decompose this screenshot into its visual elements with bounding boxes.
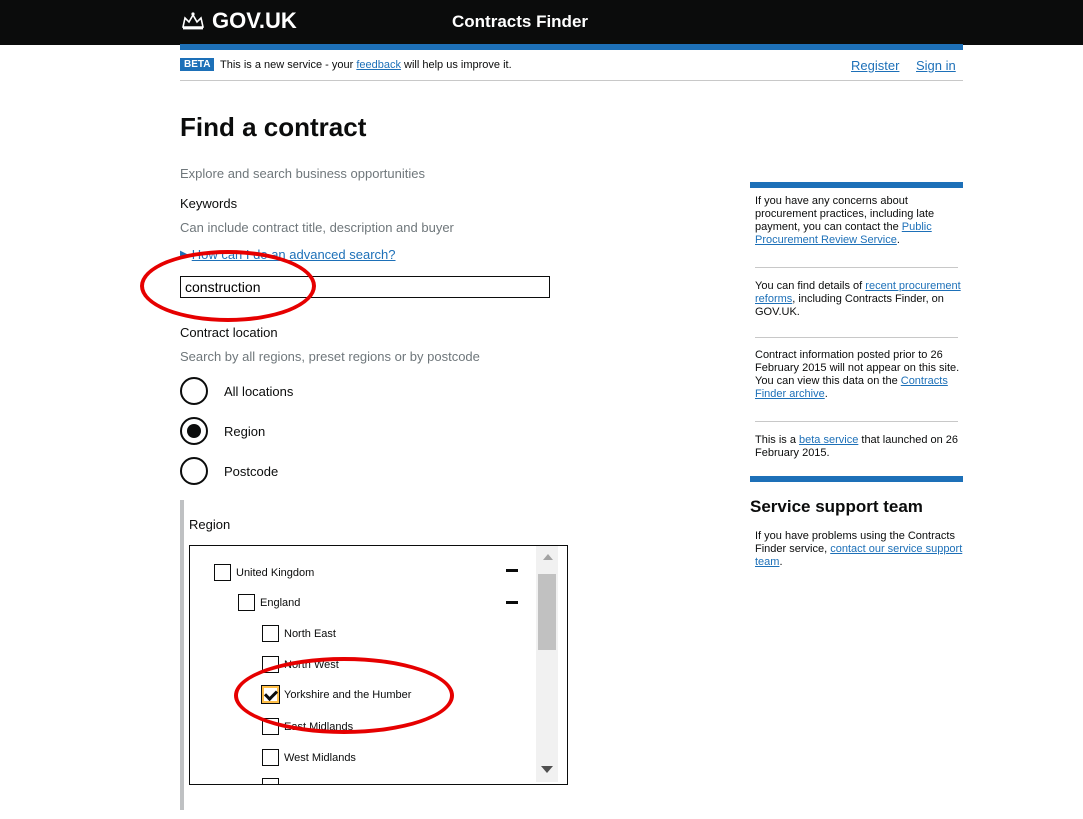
page-title: Find a contract bbox=[180, 112, 367, 142]
keywords-label: Keywords bbox=[180, 196, 238, 211]
beta-service-link[interactable]: beta service bbox=[799, 434, 858, 446]
tree-item-england[interactable]: England bbox=[238, 594, 300, 611]
tree-item-yorkshire-and-the-humber[interactable]: Yorkshire and the Humber bbox=[261, 685, 412, 704]
tree-item-label: England bbox=[260, 596, 301, 609]
radio-button[interactable] bbox=[180, 377, 208, 405]
tree-item-label: West Midlands bbox=[284, 751, 356, 764]
radio-label: Postcode bbox=[224, 463, 279, 479]
collapse-icon[interactable] bbox=[506, 601, 518, 604]
triangle-right-icon: ▶ bbox=[180, 249, 188, 260]
checkbox[interactable] bbox=[262, 749, 279, 766]
sidebar-archive: Contract information posted prior to 26 … bbox=[755, 349, 963, 401]
tree-item-north-east[interactable]: North East bbox=[262, 625, 336, 642]
beta-tag: BETA bbox=[180, 58, 215, 71]
checkbox[interactable] bbox=[238, 594, 255, 611]
checkbox[interactable] bbox=[214, 564, 231, 581]
advanced-search-link[interactable]: How can I do an advanced search? bbox=[192, 247, 396, 262]
sidebar-divider bbox=[755, 337, 958, 338]
sidebar-text: . bbox=[896, 234, 900, 246]
radio-region[interactable]: Region bbox=[180, 417, 265, 445]
sidebar-bottom-bar bbox=[750, 476, 963, 482]
intro-text: Explore and search business opportunitie… bbox=[180, 166, 425, 181]
support-title: Service support team bbox=[750, 497, 923, 516]
beta-message: This is a new service - your feedback wi… bbox=[220, 59, 512, 71]
location-label: Contract location bbox=[180, 325, 278, 340]
tree-item-east-midlands[interactable]: East Midlands bbox=[262, 718, 353, 735]
collapse-icon[interactable] bbox=[506, 569, 518, 572]
advanced-search-toggle[interactable]: ▶ How can I do an advanced search? bbox=[180, 247, 396, 262]
location-hint: Search by all regions, preset regions or… bbox=[180, 349, 480, 364]
logo-text: GOV.UK bbox=[212, 8, 297, 33]
checkbox[interactable] bbox=[262, 718, 279, 735]
tree-item-label: North West bbox=[284, 658, 339, 671]
radio-button[interactable] bbox=[180, 417, 208, 445]
sidebar-text: This is a bbox=[755, 434, 800, 446]
sidebar-review-service: If you have any concerns about procureme… bbox=[755, 195, 963, 247]
tree-item-label: Yorkshire and the Humber bbox=[284, 688, 412, 701]
feedback-link[interactable]: feedback bbox=[356, 59, 401, 71]
tree-item-united-kingdom[interactable]: United Kingdom bbox=[214, 564, 314, 581]
scroll-thumb[interactable] bbox=[538, 574, 556, 650]
region-title: Region bbox=[189, 517, 231, 532]
sidebar-divider bbox=[755, 421, 958, 422]
region-scrollbar[interactable] bbox=[536, 546, 558, 782]
service-name-link[interactable]: Contracts Finder bbox=[452, 12, 588, 32]
sidebar-beta: This is a beta service that launched on … bbox=[755, 434, 963, 460]
radio-all-locations[interactable]: All locations bbox=[180, 377, 293, 405]
tree-item-west-midlands[interactable]: West Midlands bbox=[262, 749, 356, 766]
beta-text-after: will help us improve it. bbox=[400, 59, 512, 71]
sidebar-text: . bbox=[824, 388, 828, 400]
govuk-logo-link[interactable]: GOV.UK bbox=[180, 8, 297, 34]
sidebar-top-bar bbox=[750, 182, 963, 188]
tree-item-north-west[interactable]: North West bbox=[262, 656, 339, 673]
sidebar-text: You can find details of bbox=[755, 280, 866, 292]
tree-item-label: North East bbox=[284, 627, 336, 640]
tree-item-label: East Midlands bbox=[284, 720, 354, 733]
sidebar-reforms: You can find details of recent procureme… bbox=[755, 280, 963, 319]
checkbox[interactable] bbox=[262, 778, 279, 784]
tree-item-partial[interactable] bbox=[262, 778, 284, 784]
checkbox-checked[interactable] bbox=[261, 685, 280, 704]
checkbox[interactable] bbox=[262, 656, 279, 673]
checkbox[interactable] bbox=[262, 625, 279, 642]
region-tree[interactable]: United Kingdom England North East North … bbox=[189, 545, 568, 785]
radio-postcode[interactable]: Postcode bbox=[180, 457, 278, 485]
tree-item-label: United Kingdom bbox=[236, 566, 315, 579]
sign-in-link[interactable]: Sign in bbox=[916, 58, 956, 73]
keywords-hint: Can include contract title, description … bbox=[180, 220, 454, 235]
radio-label: Region bbox=[224, 423, 266, 439]
sidebar-divider bbox=[755, 267, 958, 268]
crown-icon bbox=[182, 12, 204, 30]
sidebar-text: . bbox=[779, 556, 783, 568]
site-header: GOV.UK Contracts Finder bbox=[0, 0, 1083, 45]
scroll-down-arrow-icon[interactable] bbox=[541, 766, 553, 773]
sidebar-support: If you have problems using the Contracts… bbox=[755, 530, 963, 569]
beta-banner: BETA This is a new service - your feedba… bbox=[180, 56, 963, 81]
keywords-input[interactable] bbox=[180, 276, 550, 298]
register-link[interactable]: Register bbox=[851, 58, 899, 73]
header-blue-bar bbox=[180, 44, 963, 50]
scroll-up-arrow-icon[interactable] bbox=[543, 554, 553, 560]
beta-text-before: This is a new service - your bbox=[220, 59, 357, 71]
radio-label: All locations bbox=[224, 383, 294, 399]
radio-button[interactable] bbox=[180, 457, 208, 485]
